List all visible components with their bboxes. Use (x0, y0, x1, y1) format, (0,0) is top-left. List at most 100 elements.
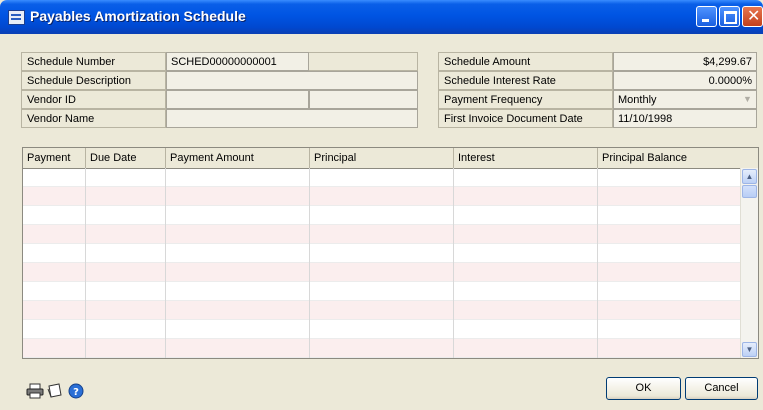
table-cell[interactable] (598, 282, 742, 301)
vendor-name-field[interactable] (166, 109, 418, 128)
vendor-id-field[interactable] (166, 90, 309, 109)
column-header-principal[interactable]: Principal (310, 148, 454, 168)
vertical-scrollbar[interactable]: ▲ ▼ (740, 168, 758, 358)
table-cell[interactable] (86, 206, 166, 225)
chevron-down-icon[interactable]: ▼ (740, 92, 755, 107)
table-cell[interactable] (86, 320, 166, 339)
vendor-id-extra-field[interactable] (309, 90, 418, 109)
table-cell[interactable] (598, 168, 742, 187)
scroll-down-button[interactable]: ▼ (742, 342, 757, 357)
table-cell[interactable] (310, 206, 454, 225)
table-cell[interactable] (310, 225, 454, 244)
table-cell[interactable] (598, 301, 742, 320)
table-cell[interactable] (310, 320, 454, 339)
table-cell[interactable] (23, 320, 86, 339)
table-cell[interactable] (23, 301, 86, 320)
table-cell[interactable] (166, 225, 310, 244)
table-cell[interactable] (166, 244, 310, 263)
table-cell[interactable] (310, 187, 454, 206)
table-cell[interactable] (86, 225, 166, 244)
table-cell[interactable] (86, 168, 166, 187)
table-cell[interactable] (454, 320, 598, 339)
table-cell[interactable] (454, 187, 598, 206)
table-cell[interactable] (598, 263, 742, 282)
note-icon[interactable] (46, 383, 64, 399)
table-row[interactable] (23, 301, 742, 320)
table-cell[interactable] (310, 168, 454, 187)
column-header-payment-amount[interactable]: Payment Amount (166, 148, 310, 168)
table-cell[interactable] (23, 244, 86, 263)
table-cell[interactable] (86, 339, 166, 358)
table-cell[interactable] (454, 168, 598, 187)
table-cell[interactable] (598, 187, 742, 206)
table-cell[interactable] (166, 301, 310, 320)
table-cell[interactable] (166, 320, 310, 339)
table-cell[interactable] (166, 282, 310, 301)
table-cell[interactable] (310, 244, 454, 263)
table-cell[interactable] (454, 225, 598, 244)
table-row[interactable] (23, 187, 742, 206)
table-cell[interactable] (23, 225, 86, 244)
table-cell[interactable] (23, 206, 86, 225)
table-row[interactable] (23, 320, 742, 339)
table-cell[interactable] (86, 282, 166, 301)
maximize-button[interactable] (719, 6, 740, 27)
cancel-button[interactable]: Cancel (685, 377, 758, 400)
column-header-principal-balance[interactable]: Principal Balance (598, 148, 758, 168)
table-row[interactable] (23, 263, 742, 282)
table-cell[interactable] (310, 301, 454, 320)
table-row[interactable] (23, 244, 742, 263)
table-row[interactable] (23, 339, 742, 358)
table-cell[interactable] (598, 320, 742, 339)
schedule-description-field[interactable] (166, 71, 418, 90)
table-cell[interactable] (454, 206, 598, 225)
table-cell[interactable] (86, 187, 166, 206)
table-row[interactable] (23, 282, 742, 301)
table-cell[interactable] (86, 263, 166, 282)
table-cell[interactable] (598, 206, 742, 225)
column-header-interest[interactable]: Interest (454, 148, 598, 168)
column-header-payment[interactable]: Payment (23, 148, 86, 168)
help-icon[interactable]: ? (68, 383, 86, 399)
table-cell[interactable] (454, 339, 598, 358)
table-row[interactable] (23, 206, 742, 225)
schedule-number-field[interactable]: SCHED00000000001 (166, 52, 309, 71)
first-invoice-date-field[interactable]: 11/10/1998 (613, 109, 757, 128)
table-row[interactable] (23, 225, 742, 244)
table-cell[interactable] (23, 263, 86, 282)
table-cell[interactable] (86, 244, 166, 263)
payment-frequency-dropdown[interactable]: Monthly ▼ (613, 90, 757, 109)
table-cell[interactable] (454, 301, 598, 320)
printer-icon[interactable] (26, 383, 44, 399)
table-cell[interactable] (23, 282, 86, 301)
table-cell[interactable] (23, 187, 86, 206)
table-cell[interactable] (86, 301, 166, 320)
table-cell[interactable] (166, 187, 310, 206)
table-cell[interactable] (310, 282, 454, 301)
schedule-amount-field[interactable]: $4,299.67 (613, 52, 757, 71)
table-cell[interactable] (23, 339, 86, 358)
table-cell[interactable] (310, 339, 454, 358)
table-cell[interactable] (454, 263, 598, 282)
title-bar[interactable]: Payables Amortization Schedule ✕ (0, 0, 763, 34)
table-cell[interactable] (166, 168, 310, 187)
table-cell[interactable] (310, 263, 454, 282)
scroll-thumb[interactable] (742, 185, 757, 198)
table-cell[interactable] (166, 206, 310, 225)
table-cell[interactable] (598, 225, 742, 244)
table-cell[interactable] (23, 168, 86, 187)
table-cell[interactable] (454, 282, 598, 301)
table-cell[interactable] (166, 339, 310, 358)
interest-rate-field[interactable]: 0.0000% (613, 71, 757, 90)
table-cell[interactable] (598, 244, 742, 263)
table-cell[interactable] (598, 339, 742, 358)
table-row[interactable] (23, 168, 742, 187)
ok-button[interactable]: OK (606, 377, 681, 400)
payment-frequency-value: Monthly (618, 94, 657, 106)
minimize-button[interactable] (696, 6, 717, 27)
table-cell[interactable] (166, 263, 310, 282)
table-cell[interactable] (454, 244, 598, 263)
column-header-due-date[interactable]: Due Date (86, 148, 166, 168)
close-button[interactable]: ✕ (742, 6, 763, 27)
scroll-up-button[interactable]: ▲ (742, 169, 757, 184)
